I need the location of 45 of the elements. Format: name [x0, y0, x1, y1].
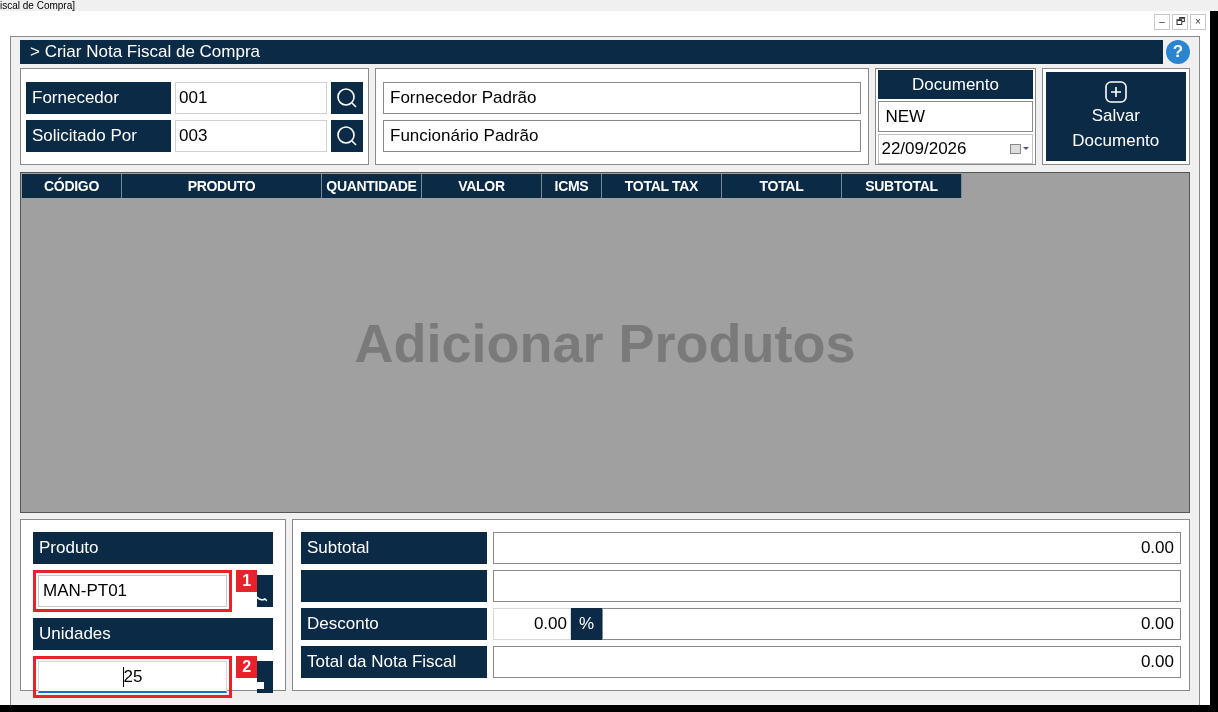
document-number-field[interactable]: NEW: [878, 101, 1033, 132]
add-button[interactable]: [257, 661, 273, 693]
close-button[interactable]: ×: [1190, 14, 1206, 30]
field-label: Fornecedor: [26, 81, 171, 114]
column-header: QUANTIDADE: [322, 174, 422, 198]
search-button[interactable]: [331, 81, 363, 114]
column-header: VALOR: [422, 174, 542, 198]
callout-number: 1: [236, 570, 258, 592]
total-field[interactable]: 0.00: [602, 608, 1181, 640]
plus-icon: [1104, 80, 1127, 103]
total-label: Desconto: [301, 608, 487, 640]
total-label: Total da Nota Fiscal: [301, 646, 487, 678]
code-field[interactable]: 001: [175, 81, 327, 114]
input-field[interactable]: 25: [38, 661, 227, 693]
date-picker[interactable]: 22/09/2026: [878, 133, 1033, 164]
column-header: CÓDIGO: [22, 174, 122, 198]
page-title: > Criar Nota Fiscal de Compra: [30, 41, 261, 64]
total-label: Subtotal: [301, 532, 487, 564]
field-label: Unidades: [33, 618, 273, 650]
column-header: TOTAL: [722, 174, 842, 198]
minimize-button[interactable]: –: [1154, 14, 1170, 30]
restore-button[interactable]: 🗗: [1172, 14, 1188, 30]
discount-field[interactable]: 0.00: [493, 608, 571, 640]
column-header: ICMS: [542, 174, 602, 198]
search-button[interactable]: [257, 575, 273, 607]
total-field[interactable]: 0.00: [493, 646, 1181, 678]
total-field[interactable]: [493, 570, 1181, 602]
help-button[interactable]: ?: [1166, 40, 1190, 64]
window-title: iscal de Compra]: [0, 0, 76, 11]
calendar-icon: [1009, 143, 1030, 154]
total-field[interactable]: 0.00: [493, 532, 1181, 564]
save-document-button[interactable]: Salvar Documento: [1045, 72, 1186, 161]
name-field[interactable]: Funcionário Padrão: [383, 119, 862, 152]
percent-button[interactable]: %: [571, 608, 602, 640]
name-field[interactable]: Fornecedor Padrão: [383, 81, 862, 114]
column-header: PRODUTO: [122, 174, 322, 198]
column-header: SUBTOTAL: [842, 174, 962, 198]
field-label: Produto: [33, 532, 273, 564]
column-header: TOTAL TAX: [602, 174, 722, 198]
input-field[interactable]: MAN-PT01: [38, 575, 227, 607]
field-label: Solicitado Por: [26, 119, 171, 152]
code-field[interactable]: 003: [175, 119, 327, 152]
callout-number: 2: [236, 656, 258, 678]
search-button[interactable]: [331, 119, 363, 152]
document-title: Documento: [878, 70, 1033, 100]
